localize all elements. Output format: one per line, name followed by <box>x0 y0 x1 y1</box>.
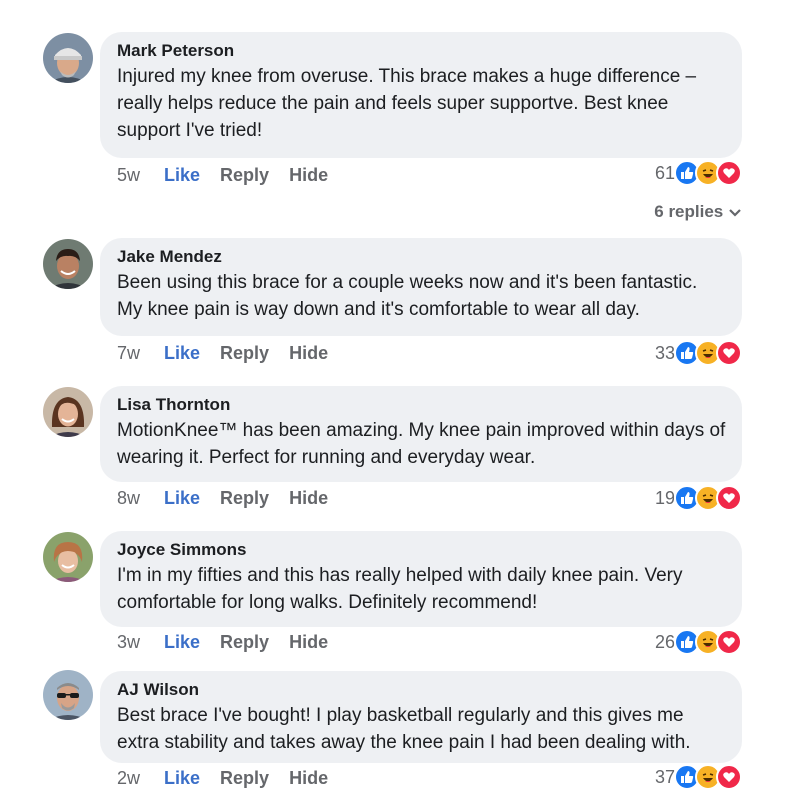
avatar[interactable] <box>43 532 93 582</box>
view-replies-link[interactable]: 6 replies <box>654 202 742 222</box>
reply-button[interactable]: Reply <box>220 767 269 789</box>
hide-button[interactable]: Hide <box>289 164 328 186</box>
comment-actions: 8w Like Reply Hide <box>117 487 348 509</box>
replies-count-label: 6 replies <box>654 202 724 221</box>
comment-bubble: Jake Mendez Been using this brace for a … <box>100 238 742 336</box>
commenter-name[interactable]: Mark Peterson <box>117 41 726 61</box>
love-reaction-icon <box>716 340 742 366</box>
reaction-summary[interactable]: 37 <box>655 764 742 790</box>
comment-timestamp: 8w <box>117 488 141 508</box>
like-button[interactable]: Like <box>164 767 200 789</box>
avatar[interactable] <box>43 670 93 720</box>
comment-timestamp: 2w <box>117 768 141 788</box>
reaction-summary[interactable]: 33 <box>655 340 742 366</box>
like-button[interactable]: Like <box>164 631 200 653</box>
love-reaction-icon <box>716 764 742 790</box>
avatar[interactable] <box>43 239 93 289</box>
commenter-name[interactable]: Lisa Thornton <box>117 395 726 415</box>
hide-button[interactable]: Hide <box>289 342 328 364</box>
comment-text: Injured my knee from overuse. This brace… <box>117 66 697 141</box>
comment-timestamp: 3w <box>117 632 141 652</box>
commenter-name[interactable]: Joyce Simmons <box>117 540 726 560</box>
like-button[interactable]: Like <box>164 487 200 509</box>
comment-timestamp: 7w <box>117 343 141 363</box>
comment-text: MotionKnee™ has been amazing. My knee pa… <box>117 420 726 468</box>
commenter-name[interactable]: Jake Mendez <box>117 247 726 267</box>
hide-button[interactable]: Hide <box>289 631 328 653</box>
comment-bubble: Joyce Simmons I'm in my fifties and this… <box>100 531 742 627</box>
reply-button[interactable]: Reply <box>220 487 269 509</box>
hide-button[interactable]: Hide <box>289 487 328 509</box>
reaction-count: 19 <box>654 487 675 508</box>
reaction-count: 61 <box>654 162 675 183</box>
chevron-down-icon <box>729 208 741 217</box>
love-reaction-icon <box>716 485 742 511</box>
avatar[interactable] <box>43 33 93 83</box>
comment-actions: 7w Like Reply Hide <box>117 342 348 364</box>
comment-timestamp: 5w <box>117 165 141 185</box>
comment-actions: 3w Like Reply Hide <box>117 631 348 653</box>
reaction-summary[interactable]: 26 <box>655 629 742 655</box>
comment-text: Best brace I've bought! I play basketbal… <box>117 705 691 753</box>
reaction-count: 37 <box>654 766 675 787</box>
comment-text: I'm in my fifties and this has really he… <box>117 565 683 613</box>
reaction-summary[interactable]: 19 <box>655 485 742 511</box>
love-reaction-icon <box>716 160 742 186</box>
comment-bubble: Lisa Thornton MotionKnee™ has been amazi… <box>100 386 742 482</box>
reply-button[interactable]: Reply <box>220 164 269 186</box>
comment-actions: 5w Like Reply Hide <box>117 164 348 186</box>
comment-bubble: Mark Peterson Injured my knee from overu… <box>100 32 742 158</box>
comment-text: Been using this brace for a couple weeks… <box>117 272 698 320</box>
like-button[interactable]: Like <box>164 342 200 364</box>
reaction-summary[interactable]: 61 <box>655 160 742 186</box>
avatar[interactable] <box>43 387 93 437</box>
reaction-count: 33 <box>654 342 675 363</box>
commenter-name[interactable]: AJ Wilson <box>117 680 726 700</box>
hide-button[interactable]: Hide <box>289 767 328 789</box>
comment-actions: 2w Like Reply Hide <box>117 767 348 789</box>
reply-button[interactable]: Reply <box>220 631 269 653</box>
comment-bubble: AJ Wilson Best brace I've bought! I play… <box>100 671 742 763</box>
love-reaction-icon <box>716 629 742 655</box>
reaction-count: 26 <box>654 631 675 652</box>
reply-button[interactable]: Reply <box>220 342 269 364</box>
like-button[interactable]: Like <box>164 164 200 186</box>
